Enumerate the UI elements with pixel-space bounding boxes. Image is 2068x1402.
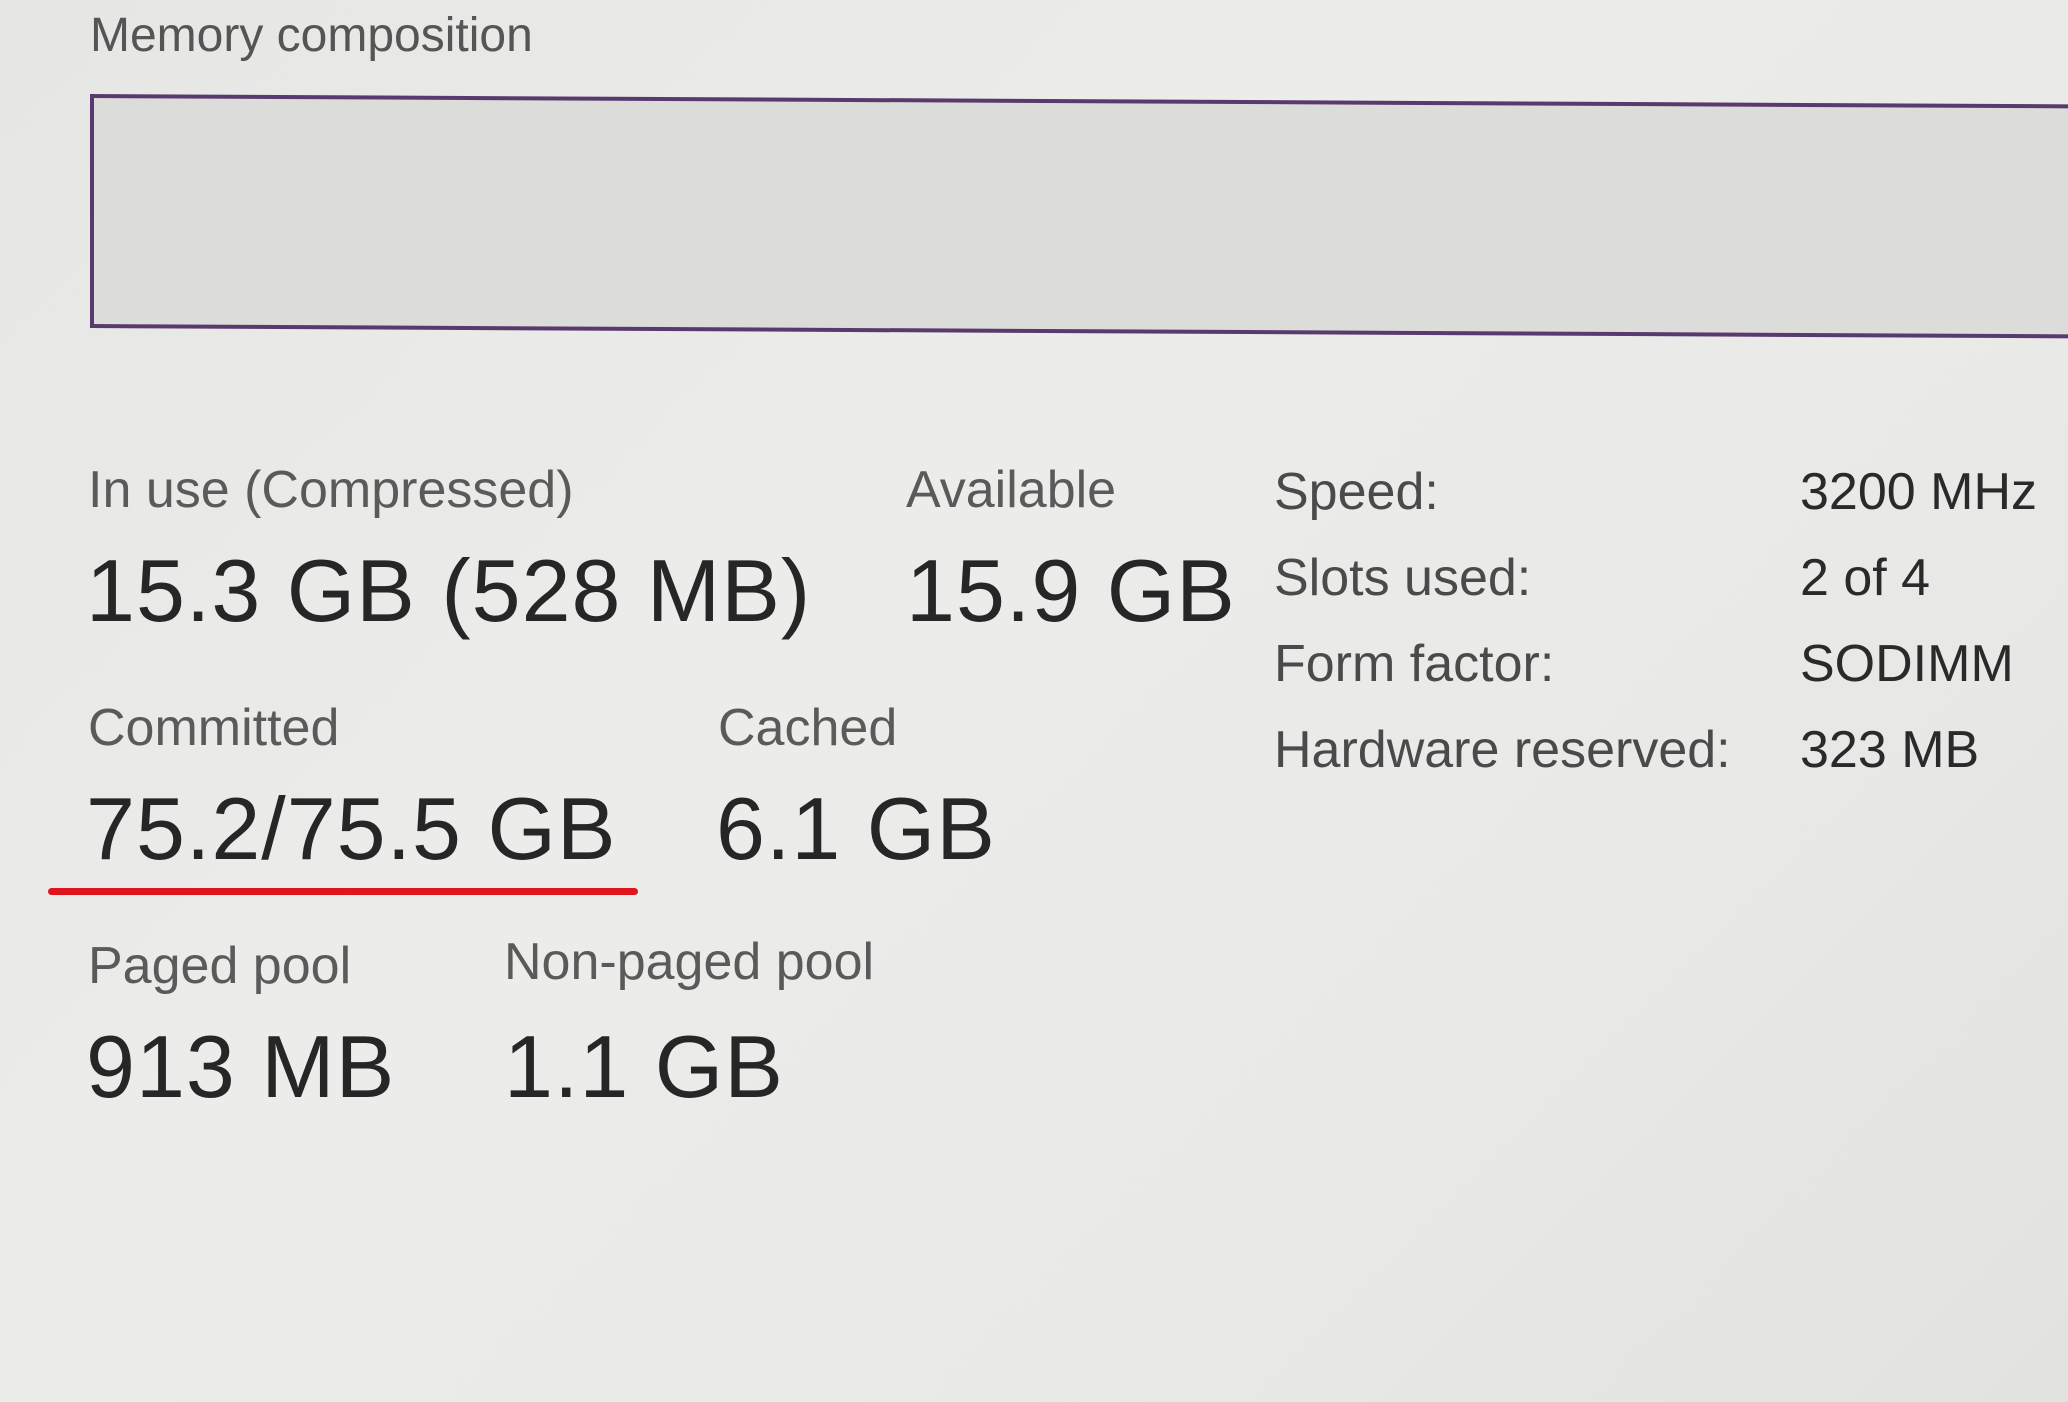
speed-value: 3200 MHz (1800, 463, 2037, 521)
memory-composition-title: Memory composition (90, 9, 533, 62)
speed-label: Speed: (1274, 463, 1439, 521)
form-factor-value: SODIMM (1800, 635, 2014, 693)
in-use-value: 15.3 GB (528 MB) (86, 541, 812, 640)
paged-pool-value: 913 MB (86, 1017, 396, 1116)
available-label: Available (906, 461, 1117, 519)
cached-label: Cached (718, 699, 898, 757)
memory-composition-bar[interactable] (90, 94, 2068, 339)
hardware-reserved-value: 323 MB (1800, 721, 1980, 779)
non-paged-pool-value: 1.1 GB (504, 1017, 784, 1116)
paged-pool-label: Paged pool (88, 937, 352, 995)
hardware-reserved-label: Hardware reserved: (1274, 721, 1731, 779)
committed-highlight-underline (48, 888, 638, 895)
slots-used-label: Slots used: (1274, 549, 1532, 607)
in-use-label: In use (Compressed) (88, 461, 574, 519)
committed-value: 75.2/75.5 GB (86, 779, 617, 878)
form-factor-label: Form factor: (1274, 635, 1555, 693)
non-paged-pool-label: Non-paged pool (504, 933, 875, 991)
cached-value: 6.1 GB (716, 779, 996, 878)
committed-label: Committed (88, 699, 340, 757)
available-value: 15.9 GB (906, 541, 1236, 640)
slots-used-value: 2 of 4 (1800, 549, 1931, 607)
